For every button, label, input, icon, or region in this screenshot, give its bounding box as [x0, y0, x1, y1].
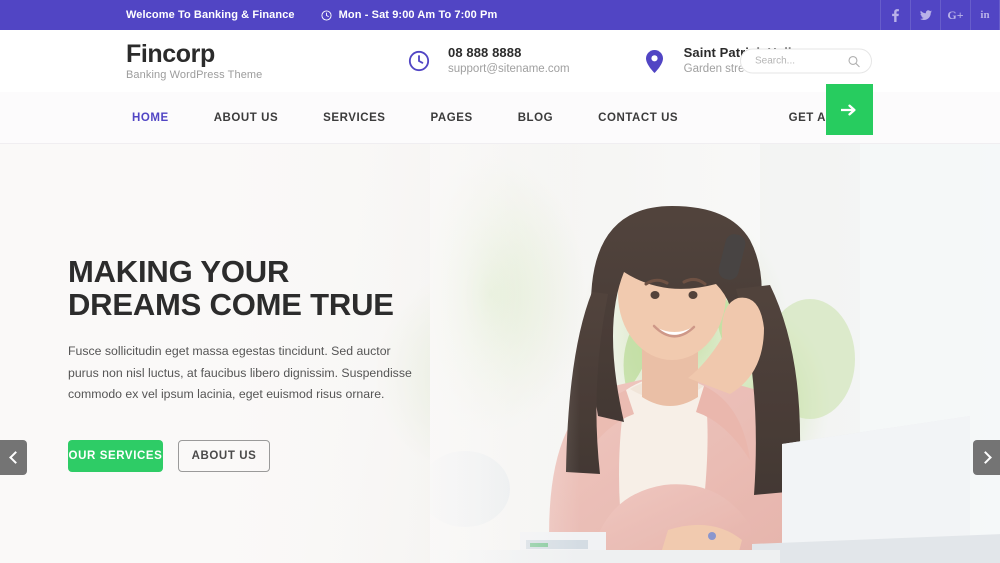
- clock-icon: [406, 50, 432, 72]
- site-header: Fincorp Banking WordPress Theme 08 888 8…: [0, 30, 1000, 92]
- google-plus-label: G+: [947, 7, 964, 22]
- logo[interactable]: Fincorp Banking WordPress Theme: [126, 39, 406, 82]
- search-box[interactable]: [740, 48, 872, 74]
- hero-slider: MAKING YOUR DREAMS COME TRUE Fusce solli…: [0, 144, 1000, 563]
- slider-prev-button[interactable]: [0, 440, 27, 475]
- twitter-icon[interactable]: [910, 0, 940, 30]
- page-root: Welcome To Banking & Finance Mon - Sat 9…: [0, 0, 1000, 563]
- hero-title-line-1: MAKING YOUR: [68, 254, 290, 289]
- search-icon[interactable]: [848, 55, 860, 67]
- hero-buttons: OUR SERVICES ABOUT US: [68, 440, 438, 473]
- contact-phone-text: 08 888 8888 support@sitename.com: [448, 44, 570, 77]
- map-pin-icon: [642, 49, 668, 73]
- chevron-left-icon: [8, 451, 22, 464]
- slider-next-button[interactable]: [973, 440, 1000, 475]
- email-address: support@sitename.com: [448, 63, 570, 76]
- linkedin-icon[interactable]: in: [970, 0, 1000, 30]
- google-plus-icon[interactable]: G+: [940, 0, 970, 30]
- top-bar-left: Welcome To Banking & Finance Mon - Sat 9…: [126, 9, 497, 21]
- our-services-button[interactable]: OUR SERVICES: [68, 440, 163, 473]
- brand-tagline: Banking WordPress Theme: [126, 69, 263, 82]
- about-us-button[interactable]: ABOUT US: [178, 440, 270, 473]
- nav-item-pages[interactable]: PAGES: [431, 112, 473, 124]
- nav-item-blog[interactable]: BLOG: [518, 112, 553, 124]
- welcome-message: Welcome To Banking & Finance: [126, 9, 295, 21]
- quote-arrow-button[interactable]: [826, 84, 873, 135]
- nav-item-home[interactable]: HOME: [132, 112, 169, 124]
- search-input[interactable]: [741, 55, 841, 67]
- hero-description: Fusce sollicitudin eget massa egestas ti…: [68, 343, 412, 402]
- top-bar: Welcome To Banking & Finance Mon - Sat 9…: [0, 0, 1000, 30]
- chevron-right-icon: [978, 451, 992, 464]
- nav-list: HOME ABOUT US SERVICES PAGES BLOG CONTAC…: [132, 112, 723, 124]
- nav-item-services[interactable]: SERVICES: [323, 112, 385, 124]
- linkedin-label: in: [980, 9, 990, 21]
- hero-content: MAKING YOUR DREAMS COME TRUE Fusce solli…: [68, 254, 438, 473]
- hero-title: MAKING YOUR DREAMS COME TRUE: [68, 254, 438, 322]
- contact-phone-block: 08 888 8888 support@sitename.com: [406, 44, 570, 77]
- social-links: G+ in: [880, 0, 1000, 30]
- hero-title-line-2: DREAMS COME TRUE: [68, 286, 394, 322]
- nav-item-about-us[interactable]: ABOUT US: [214, 112, 278, 124]
- facebook-icon[interactable]: [880, 0, 910, 30]
- clock-icon: [321, 9, 332, 21]
- business-hours-text: Mon - Sat 9:00 Am To 7:00 Pm: [338, 9, 498, 21]
- brand-name: Fincorp: [126, 39, 215, 68]
- main-navigation: HOME ABOUT US SERVICES PAGES BLOG CONTAC…: [0, 84, 1000, 144]
- business-hours: Mon - Sat 9:00 Am To 7:00 Pm: [321, 9, 498, 21]
- phone-number: 08 888 8888: [448, 45, 522, 61]
- arrow-right-icon: [841, 104, 856, 115]
- nav-item-contact-us[interactable]: CONTACT US: [598, 112, 678, 124]
